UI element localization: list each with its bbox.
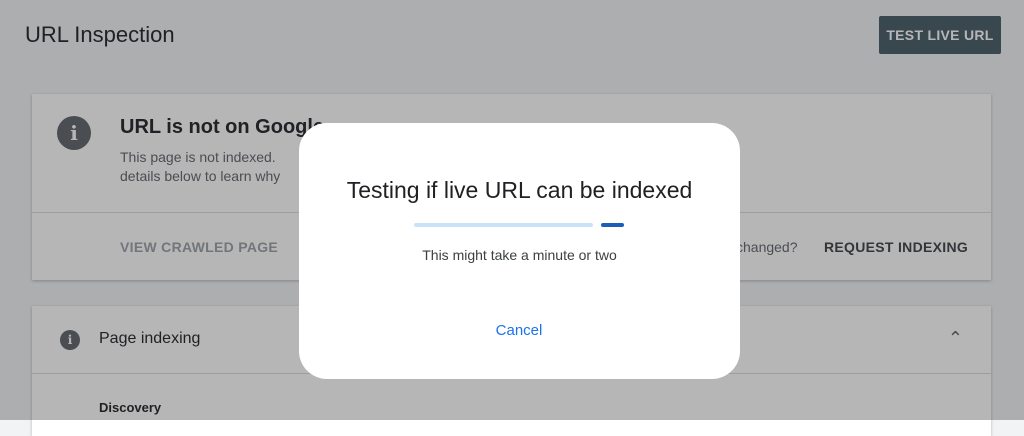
progress-indicator (600, 223, 624, 227)
progress-track (414, 223, 593, 227)
testing-dialog: Testing if live URL can be indexed This … (299, 123, 740, 379)
progress-bar (414, 223, 624, 227)
cancel-button[interactable]: Cancel (484, 319, 554, 343)
dialog-title: Testing if live URL can be indexed (346, 177, 693, 203)
dialog-subtitle: This might take a minute or two (422, 247, 617, 263)
